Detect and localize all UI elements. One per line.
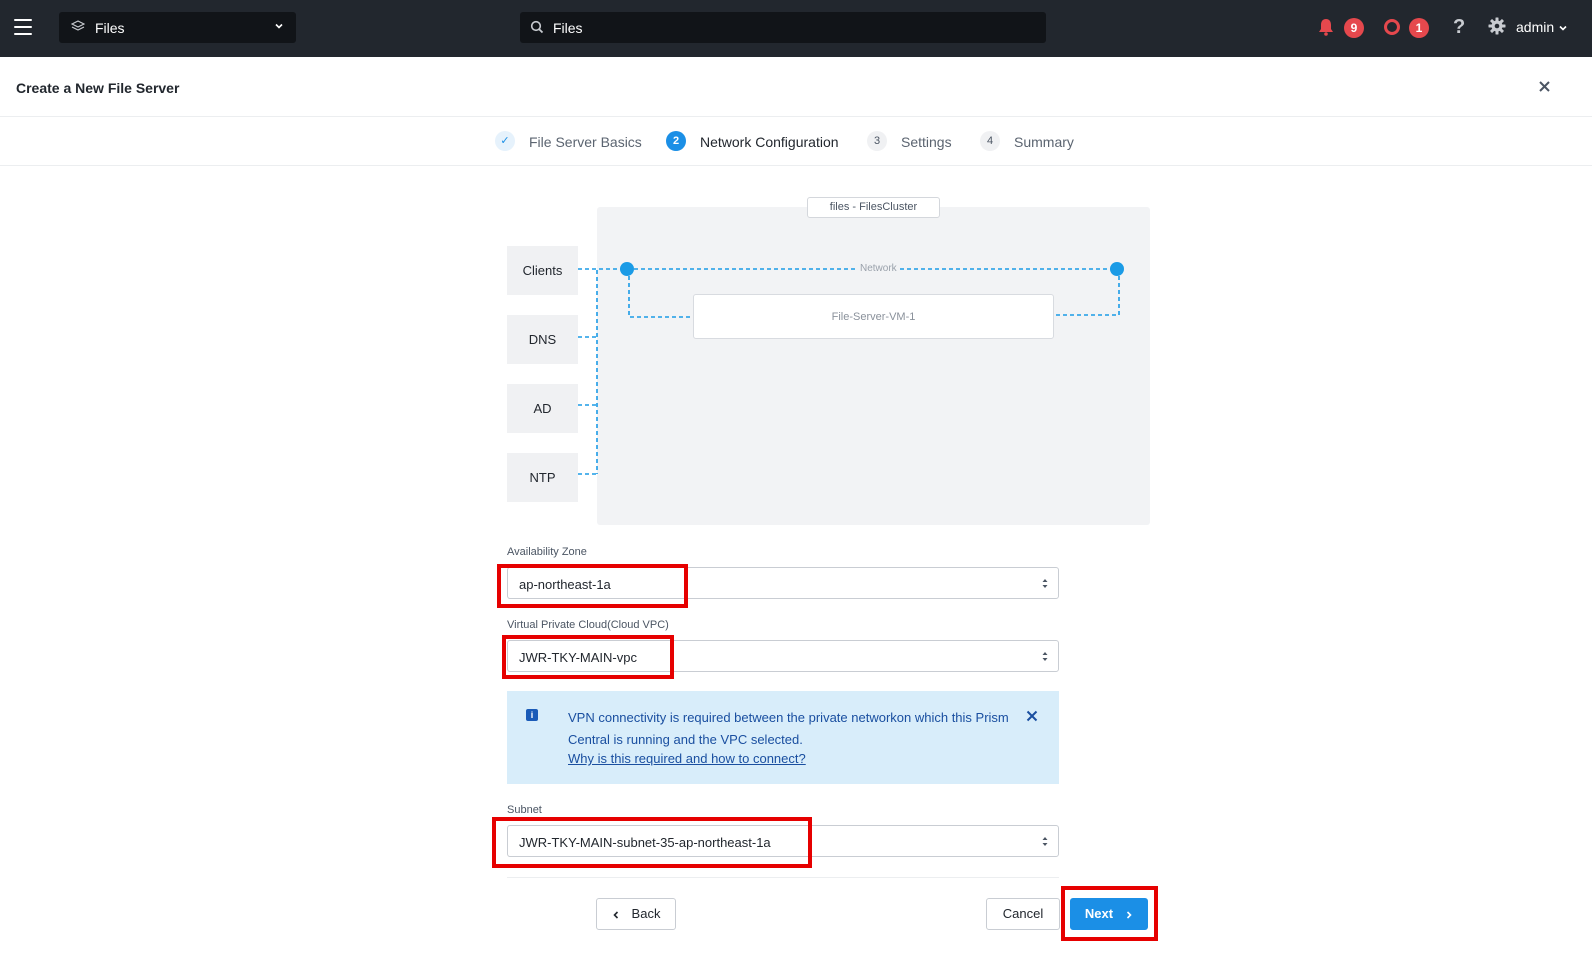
file-server-vm: File-Server-VM-1	[693, 294, 1054, 339]
availability-zone-value: ap-northeast-1a	[519, 577, 611, 592]
vpn-info-banner: i VPN connectivity is required between t…	[507, 691, 1059, 784]
vpc-label: Virtual Private Cloud(Cloud VPC)	[507, 619, 669, 631]
subnet-value: JWR-TKY-MAIN-subnet-35-ap-northeast-1a	[519, 835, 771, 850]
cancel-button[interactable]: Cancel	[986, 898, 1060, 930]
chevron-right-icon	[1127, 910, 1132, 919]
next-button[interactable]: Next	[1070, 898, 1148, 930]
info-help-link[interactable]: Why is this required and how to connect?	[568, 751, 806, 766]
network-label: Network	[858, 263, 899, 274]
vpc-value: JWR-TKY-MAIN-vpc	[519, 650, 637, 665]
sort-arrows-icon	[1042, 652, 1048, 661]
service-ntp: NTP	[507, 453, 578, 502]
network-connections	[578, 262, 1124, 475]
subnet-label: Subnet	[507, 804, 542, 816]
availability-zone-label: Availability Zone	[507, 546, 587, 558]
back-button[interactable]: Back	[596, 898, 676, 930]
subnet-select[interactable]: JWR-TKY-MAIN-subnet-35-ap-northeast-1a	[507, 825, 1059, 857]
next-button-label: Next	[1084, 906, 1114, 921]
service-dns: DNS	[507, 315, 578, 364]
info-icon: i	[526, 709, 538, 721]
back-button-label: Back	[631, 906, 661, 921]
cancel-button-label: Cancel	[1002, 906, 1044, 921]
sort-arrows-icon	[1042, 837, 1048, 846]
chevron-left-icon	[612, 910, 618, 919]
service-clients: Clients	[507, 246, 578, 295]
service-ad: AD	[507, 384, 578, 433]
vpc-select[interactable]: JWR-TKY-MAIN-vpc	[507, 640, 1059, 672]
availability-zone-select[interactable]: ap-northeast-1a	[507, 567, 1059, 599]
sort-arrows-icon	[1042, 579, 1048, 588]
form-divider	[507, 877, 1059, 878]
close-icon[interactable]	[1026, 710, 1038, 722]
info-message: VPN connectivity is required between the…	[568, 710, 1009, 747]
